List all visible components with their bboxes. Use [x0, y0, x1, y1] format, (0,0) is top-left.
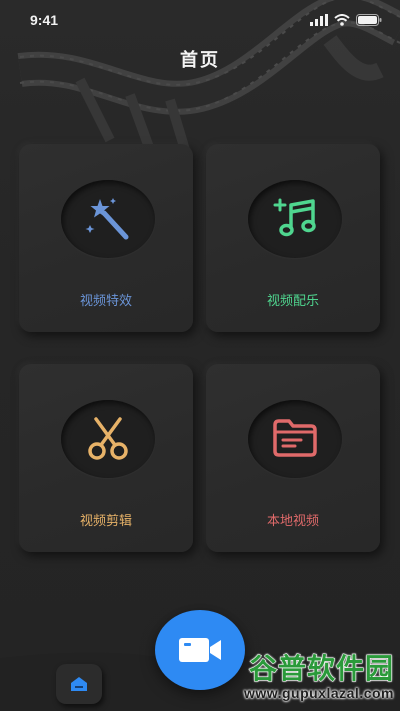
icon-circle — [61, 180, 155, 258]
watermark-title: 谷普软件园 — [248, 653, 394, 684]
card-label: 本地视频 — [266, 513, 319, 528]
scissors-icon — [88, 417, 128, 460]
magic-wand-icon — [85, 198, 129, 240]
status-time: 9:41 — [30, 12, 59, 28]
music-note-icon — [273, 198, 316, 237]
card-label: 视频特效 — [79, 293, 132, 308]
watermark-url: www.gupuxlazal.com — [243, 685, 394, 701]
icon-circle — [248, 400, 342, 478]
folder-icon — [273, 419, 317, 457]
card-label: 视频配乐 — [266, 293, 319, 308]
cellular-signal-icon — [310, 14, 328, 26]
card-video-effects[interactable]: 视频特效 — [19, 144, 193, 332]
icon-circle — [248, 180, 342, 258]
watermark: 谷普软件园 www.gupuxlazal.com — [194, 653, 394, 708]
card-video-editing[interactable]: 视频剪辑 — [19, 364, 193, 552]
card-video-music[interactable]: 视频配乐 — [206, 144, 380, 332]
status-bar: 9:41 — [0, 0, 400, 40]
battery-icon — [356, 14, 382, 26]
status-icons — [310, 14, 382, 26]
home-icon — [71, 677, 87, 691]
wifi-icon — [334, 14, 350, 26]
app-screen: 9:41 首页 视频特效 视频配乐 视频剪辑 本地视频 谷普软件园 www.gu… — [0, 0, 400, 711]
home-tab[interactable] — [56, 664, 102, 704]
card-label: 视频剪辑 — [79, 513, 132, 528]
card-local-video[interactable]: 本地视频 — [206, 364, 380, 552]
page-title: 首页 — [180, 50, 220, 70]
icon-circle — [61, 400, 155, 478]
